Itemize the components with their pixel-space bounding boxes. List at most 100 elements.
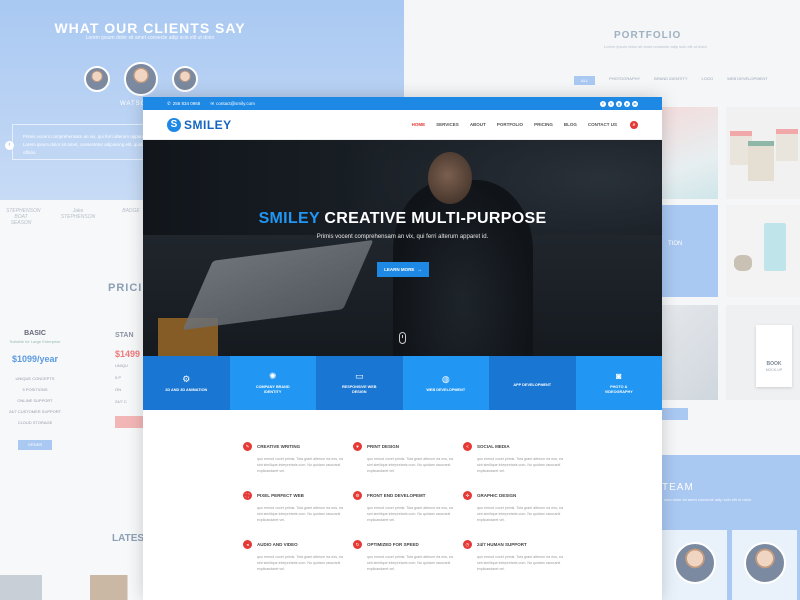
feature-title: AUDIO AND VIDEO xyxy=(257,542,298,547)
client-logo: STEPHENSON BOAT SEASON xyxy=(6,208,41,226)
plan-price: $1099/year xyxy=(11,354,59,364)
client-avatar-active[interactable] xyxy=(124,62,158,96)
latest-thumbnails[interactable] xyxy=(0,575,150,600)
service-brand-identity[interactable]: ✺ COMPANY BRAND IDENTITY xyxy=(229,356,316,410)
tile-label: TION xyxy=(668,241,683,247)
portfolio-tile[interactable] xyxy=(662,107,718,199)
pinterest-icon[interactable]: p xyxy=(624,100,630,107)
tab-logo[interactable]: LOGO xyxy=(702,76,714,85)
phone-number: 256 834 0968 xyxy=(172,101,201,106)
portfolio-tile[interactable]: TION xyxy=(662,205,718,297)
linkedin-icon[interactable]: in xyxy=(632,100,638,107)
portfolio-subtitle: Lorem ipsum dolor sit amet consecte adip… xyxy=(604,44,707,49)
service-label: 2D AND 3D ANIMATION xyxy=(165,387,208,392)
learn-more-button[interactable]: LEARN MORE → xyxy=(377,262,429,277)
volume-icon: ◂ xyxy=(243,540,252,549)
scroll-down-icon[interactable] xyxy=(399,332,406,344)
devices-icon: ▭ xyxy=(354,371,364,381)
client-avatar[interactable] xyxy=(172,66,198,92)
heart-icon: ♥ xyxy=(353,442,362,451)
pricing-card-basic: BASIC Suitable for Large Enterprise $109… xyxy=(0,330,70,450)
team-member-card[interactable] xyxy=(662,530,727,600)
tab-brand-identity[interactable]: BRAND IDENTITY xyxy=(654,76,687,85)
plan-subtitle: Suitable for Large Enterprise xyxy=(9,339,61,344)
facebook-icon[interactable]: f xyxy=(600,100,606,107)
service-label: COMPANY BRAND IDENTITY xyxy=(255,385,290,394)
feature-description: quo ermod vocet primis. Tota grant alter… xyxy=(477,457,564,473)
nav-services[interactable]: SERVICES xyxy=(436,122,459,127)
plan-feature: CLOUD STORAGE xyxy=(17,420,53,425)
gear-icon: ⚙ xyxy=(182,373,191,384)
nav-blog[interactable]: BLOG xyxy=(564,122,577,127)
clock-icon: ◷ xyxy=(463,540,472,549)
nav-portfolio[interactable]: PORTFOLIO xyxy=(497,122,523,127)
learn-more-label: LEARN MORE xyxy=(384,267,415,272)
email-contact[interactable]: ✉ contact@smily.com xyxy=(210,101,255,107)
service-label: APP DEVELOPMENT xyxy=(513,382,552,387)
service-label: RESPONSIVE WEB DESIGN xyxy=(341,385,377,394)
phone-contact[interactable]: ✆ 256 834 0968 xyxy=(167,101,200,107)
service-2d-3d-animation[interactable]: ⚙ 2D AND 3D ANIMATION xyxy=(143,356,230,410)
view-more-button[interactable] xyxy=(662,408,688,420)
logo-mark-icon: S xyxy=(167,117,181,132)
main-navbar: S SMILEY HOME SERVICES ABOUT PORTFOLIO P… xyxy=(143,110,662,140)
tab-web-development[interactable]: WEB DEVELOPMENT xyxy=(727,76,767,85)
order-button[interactable]: ORDER xyxy=(18,440,52,450)
portfolio-tile[interactable]: BOOK MOCK-UP xyxy=(726,305,800,400)
feature-description: quo ermod vocet primis. Tota grant alter… xyxy=(257,555,344,571)
services-strip: ⚙ 2D AND 3D ANIMATION ✺ COMPANY BRAND IDEN… xyxy=(143,356,662,410)
feature-social-media: < SOCIAL MEDIA quo ermod vocet primis. To… xyxy=(463,442,573,474)
feature-description: quo ermod vocet primis. Tota grant alter… xyxy=(257,506,344,522)
google-plus-icon[interactable]: g xyxy=(616,100,622,107)
service-label: PHOTO & VIDEOGRAPHY xyxy=(604,385,633,394)
search-icon[interactable]: ⌕ xyxy=(630,120,638,129)
site-logo[interactable]: S SMILEY xyxy=(167,117,232,132)
camera-icon: ◙ xyxy=(616,371,622,381)
speed-icon: ↻ xyxy=(353,540,362,549)
feature-title: SOCIAL MEDIA xyxy=(477,444,510,449)
nav-home[interactable]: HOME xyxy=(412,122,426,127)
nav-contact-us[interactable]: CONTACT US xyxy=(588,122,617,127)
service-responsive-web-design[interactable]: ▭ RESPONSIVE WEB DESIGN xyxy=(316,356,403,410)
feature-description: quo ermod vocet primis. Tota grant alter… xyxy=(367,457,454,473)
testimonials-subtitle: Lorem ipsum dolor sit amet consecte adip… xyxy=(85,35,215,41)
portfolio-tile[interactable] xyxy=(726,107,800,199)
social-links: f t g p in xyxy=(600,100,638,107)
feature-pixel-perfect-web: ⛶ PIXEL PERFECT WEB quo ermod vocet primi… xyxy=(243,491,353,523)
contact-info: ✆ 256 834 0968 ✉ contact@smily.com xyxy=(167,101,255,107)
team-avatar xyxy=(674,542,716,584)
tab-photography[interactable]: PHOTOGRAPHY xyxy=(609,76,640,85)
feature-graphic-design: ✣ GRAPHIC DESIGN quo ermod vocet primis. … xyxy=(463,491,573,523)
feature-print-design: ♥ PRINT DESIGN quo ermod vocet primis. To… xyxy=(353,442,463,474)
service-photo-videography[interactable]: ◙ PHOTO & VIDEOGRAPHY xyxy=(575,356,662,410)
arrow-right-icon: → xyxy=(417,267,422,272)
phone-icon: ✆ xyxy=(167,100,171,106)
nav-pricing[interactable]: PRICING xyxy=(534,122,553,127)
portfolio-tile[interactable] xyxy=(662,305,718,400)
nav-about[interactable]: ABOUT xyxy=(470,122,486,127)
feature-description: quo ermod vocet primis. Tota grant alter… xyxy=(477,555,564,571)
feature-description: quo ermod vocet primis. Tota grant alter… xyxy=(367,506,454,522)
order-button[interactable] xyxy=(115,416,145,428)
hero-overlay xyxy=(143,140,662,356)
logo-text: SMILEY xyxy=(184,117,232,132)
team-member-card[interactable] xyxy=(732,530,797,600)
feature-title: CREATIVE WRITING xyxy=(257,444,301,449)
feature-title: PIXEL PERFECT WEB xyxy=(257,493,304,498)
feature-optimized-speed: ↻ OPTIMIZED FOR SPEED quo ermod vocet pri… xyxy=(353,540,463,572)
portfolio-tile[interactable] xyxy=(726,205,800,297)
hero-brand: SMILEY xyxy=(258,210,320,227)
service-label: WEB DEVELOPMENT xyxy=(426,387,466,392)
plan-feature: 24/7 CUSTOMER SUPPORT xyxy=(8,409,62,414)
hero-title: SMILEY CREATIVE MULTI-PURPOSE xyxy=(143,210,662,228)
service-app-development[interactable]: APP DEVELOPMENT xyxy=(489,356,576,410)
feature-human-support: ◷ 24/7 HUMAN SUPPORT quo ermod vocet prim… xyxy=(463,540,573,572)
service-web-development[interactable]: ◍ WEB DEVELOPMENT xyxy=(402,356,489,410)
feature-audio-video: ◂ AUDIO AND VIDEO quo ermod vocet primis.… xyxy=(243,540,353,572)
twitter-icon[interactable]: t xyxy=(608,100,614,107)
team-avatar xyxy=(744,542,786,584)
feature-title: GRAPHIC DESIGN xyxy=(477,493,517,498)
tab-all[interactable]: ALL xyxy=(574,76,596,85)
chevron-left-icon[interactable]: ‹ xyxy=(5,141,14,150)
client-avatar[interactable] xyxy=(84,66,110,92)
